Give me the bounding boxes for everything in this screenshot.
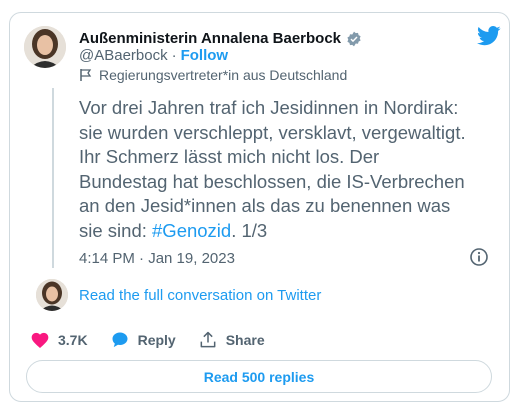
reply-label: Reply [137,332,176,348]
thread-line [52,88,54,268]
read-replies-label: Read 500 replies [203,368,315,385]
read-conversation-link[interactable]: Read the full conversation on Twitter [79,287,321,304]
author-avatar-small[interactable] [36,279,68,311]
share-button[interactable]: Share [198,330,265,350]
author-name[interactable]: Außenministerin Annalena Baerbock [79,30,341,47]
follow-button[interactable]: Follow [181,47,229,64]
author-avatar[interactable] [24,26,66,68]
tweet-text: Vor drei Jahren traf ich Jesidinnen in N… [79,96,499,243]
reply-bubble-icon [112,332,128,348]
hashtag-link[interactable]: #Genozid [152,220,231,241]
government-label: Regierungsvertreter*in aus Deutschland [99,67,348,83]
separator-dot: · [171,47,177,64]
flag-icon [80,69,92,81]
reply-button[interactable]: Reply [110,330,176,350]
heart-icon [31,332,49,348]
tweet-suffix: . 1/3 [231,219,268,241]
like-button[interactable]: 3.7K [30,330,88,350]
read-replies-button[interactable]: Read 500 replies [26,360,492,393]
verified-badge-icon [347,31,361,46]
share-icon [200,331,216,348]
author-handle[interactable]: @ABaerbock [79,47,168,64]
info-icon[interactable] [469,247,489,267]
tweet-timestamp[interactable]: 4:14 PM · Jan 19, 2023 [79,250,235,267]
share-label: Share [225,332,265,348]
like-count: 3.7K [58,332,88,348]
twitter-bird-icon[interactable] [477,26,501,46]
tweet-body: Vor drei Jahren traf ich Jesidinnen in N… [79,97,466,241]
